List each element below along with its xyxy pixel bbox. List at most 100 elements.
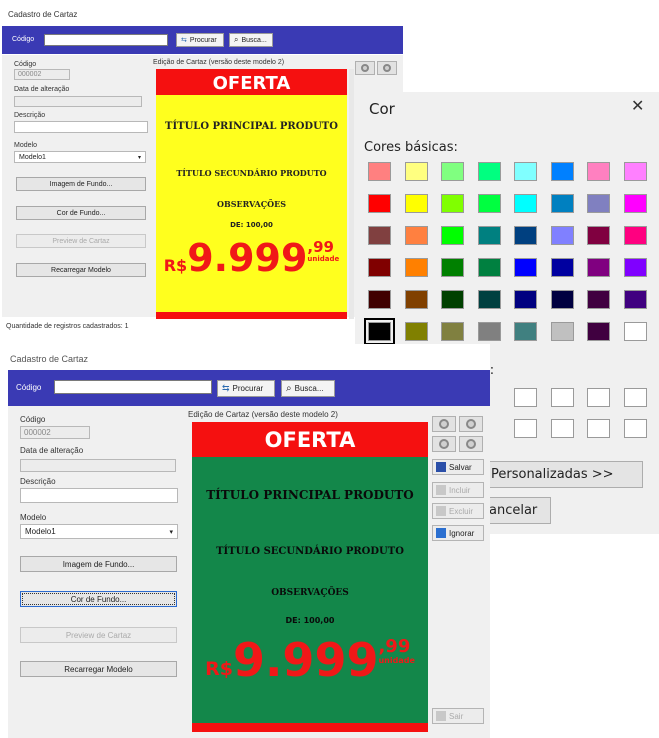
color-swatch[interactable] bbox=[550, 194, 574, 213]
color-swatch[interactable] bbox=[404, 322, 428, 341]
save-icon bbox=[436, 462, 446, 472]
add-icon bbox=[436, 485, 446, 495]
color-swatch[interactable] bbox=[368, 162, 391, 181]
poster-title-main: TÍTULO PRINCIPAL PRODUTO bbox=[206, 488, 414, 502]
color-swatch[interactable] bbox=[623, 226, 647, 245]
custom-color-swatch[interactable] bbox=[550, 419, 574, 438]
custom-color-swatch[interactable] bbox=[514, 388, 537, 407]
sair-button[interactable]: Sair bbox=[432, 708, 484, 724]
salvar-button[interactable]: Salvar bbox=[432, 459, 484, 475]
descricao-input[interactable] bbox=[14, 121, 148, 133]
imagem-fundo-button[interactable]: Imagem de Fundo... bbox=[20, 556, 177, 572]
cor-fundo-button[interactable]: Cor de Fundo... bbox=[16, 206, 146, 220]
incluir-button[interactable]: Incluir bbox=[432, 482, 484, 498]
color-swatch[interactable] bbox=[623, 290, 647, 309]
cancel-button[interactable]: ancelar bbox=[483, 497, 551, 524]
color-swatch[interactable] bbox=[441, 322, 464, 341]
color-swatch[interactable] bbox=[623, 162, 647, 181]
color-swatch[interactable] bbox=[587, 194, 610, 213]
editor-label: Edição de Cartaz (versão deste modelo 2) bbox=[188, 410, 338, 419]
color-swatch[interactable] bbox=[477, 290, 501, 309]
custom-color-swatch[interactable] bbox=[587, 388, 610, 407]
color-swatch[interactable] bbox=[623, 194, 647, 213]
color-swatch[interactable] bbox=[514, 226, 537, 245]
custom-color-swatch[interactable] bbox=[550, 388, 574, 407]
color-swatch[interactable] bbox=[587, 226, 610, 245]
gear-icon bbox=[383, 64, 391, 72]
define-custom-colors-button[interactable]: Personalizadas >> bbox=[483, 461, 643, 488]
color-swatch[interactable] bbox=[441, 258, 464, 277]
color-swatch[interactable] bbox=[514, 194, 537, 213]
color-swatch[interactable] bbox=[441, 290, 464, 309]
color-swatch[interactable] bbox=[514, 290, 537, 309]
color-swatch[interactable] bbox=[364, 318, 395, 345]
color-swatch[interactable] bbox=[587, 290, 610, 309]
color-swatch[interactable] bbox=[550, 322, 574, 341]
excluir-button[interactable]: Excluir bbox=[432, 503, 484, 519]
color-swatch[interactable] bbox=[477, 258, 501, 277]
color-swatch[interactable] bbox=[404, 162, 428, 181]
color-swatch[interactable] bbox=[404, 194, 428, 213]
color-swatch[interactable] bbox=[368, 226, 391, 245]
procurar-button[interactable]: ⇆ Procurar bbox=[217, 380, 275, 397]
color-swatch[interactable] bbox=[404, 226, 428, 245]
zoom-in-button[interactable] bbox=[432, 416, 456, 432]
color-swatch[interactable] bbox=[368, 194, 391, 213]
color-swatch[interactable] bbox=[368, 258, 391, 277]
custom-color-swatch[interactable] bbox=[514, 419, 537, 438]
zoom-out-button[interactable] bbox=[377, 61, 397, 75]
color-swatch[interactable] bbox=[477, 162, 501, 181]
busca-button[interactable]: ⌕ Busca... bbox=[229, 33, 273, 47]
rotate-left-button[interactable] bbox=[432, 436, 456, 452]
preview-cartaz-button[interactable]: Preview de Cartaz bbox=[20, 627, 177, 643]
color-swatch[interactable] bbox=[623, 322, 647, 341]
color-swatch[interactable] bbox=[477, 226, 501, 245]
poster-price-int: 9.999 bbox=[232, 633, 379, 687]
color-swatch[interactable] bbox=[587, 258, 610, 277]
procurar-button[interactable]: ⇆ Procurar bbox=[176, 33, 224, 47]
color-swatch[interactable] bbox=[587, 162, 610, 181]
zoom-in-button[interactable] bbox=[355, 61, 375, 75]
color-swatch[interactable] bbox=[550, 290, 574, 309]
color-swatch[interactable] bbox=[441, 226, 464, 245]
preview-cartaz-button[interactable]: Preview de Cartaz bbox=[16, 234, 146, 248]
color-swatch[interactable] bbox=[550, 162, 574, 181]
color-swatch[interactable] bbox=[368, 290, 391, 309]
custom-color-swatch[interactable] bbox=[623, 419, 647, 438]
color-swatch[interactable] bbox=[477, 322, 501, 341]
recarregar-modelo-button[interactable]: Recarregar Modelo bbox=[20, 661, 177, 677]
codigo-search-input[interactable] bbox=[44, 34, 168, 46]
color-swatch[interactable] bbox=[514, 322, 537, 341]
modelo-select[interactable]: Modelo1 ▾ bbox=[14, 151, 146, 163]
poster-scrollbar[interactable] bbox=[349, 69, 354, 319]
gear-icon bbox=[439, 439, 449, 449]
cor-fundo-button[interactable]: Cor de Fundo... bbox=[20, 591, 177, 607]
codigo-search-input[interactable] bbox=[54, 380, 212, 394]
color-swatch[interactable] bbox=[514, 258, 537, 277]
color-swatch[interactable] bbox=[623, 258, 647, 277]
color-swatch[interactable] bbox=[477, 194, 501, 213]
search-icon: ⌕ bbox=[234, 35, 239, 44]
ignorar-button[interactable]: Ignorar bbox=[432, 525, 484, 541]
busca-button[interactable]: ⌕ Busca... bbox=[281, 380, 335, 397]
rotate-right-button[interactable] bbox=[459, 436, 483, 452]
color-swatch[interactable] bbox=[404, 258, 428, 277]
color-swatch[interactable] bbox=[587, 322, 610, 341]
descricao-input[interactable] bbox=[20, 488, 178, 503]
imagem-fundo-button[interactable]: Imagem de Fundo... bbox=[16, 177, 146, 191]
data-alteracao-label: Data de alteração bbox=[20, 446, 84, 455]
descricao-label: Descrição bbox=[20, 477, 56, 486]
close-icon[interactable]: ✕ bbox=[631, 96, 644, 115]
color-swatch[interactable] bbox=[550, 258, 574, 277]
recarregar-modelo-button[interactable]: Recarregar Modelo bbox=[16, 263, 146, 277]
color-swatch[interactable] bbox=[550, 226, 574, 245]
custom-color-swatch[interactable] bbox=[623, 388, 647, 407]
color-swatch[interactable] bbox=[441, 194, 464, 213]
custom-color-swatch[interactable] bbox=[587, 419, 610, 438]
modelo-select[interactable]: Modelo1 ▾ bbox=[20, 524, 178, 539]
color-swatch[interactable] bbox=[514, 162, 537, 181]
color-swatch[interactable] bbox=[441, 162, 464, 181]
zoom-out-button[interactable] bbox=[459, 416, 483, 432]
color-swatch[interactable] bbox=[404, 290, 428, 309]
modelo-label: Modelo bbox=[14, 142, 37, 149]
